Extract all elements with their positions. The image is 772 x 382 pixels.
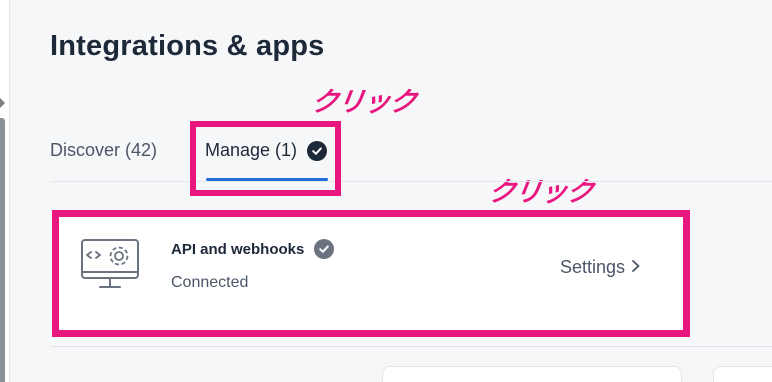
integration-status: Connected — [171, 274, 249, 291]
integration-card-api-webhooks[interactable]: API and webhooks Connected Settings — [52, 210, 690, 337]
page-title: Integrations & apps — [50, 30, 325, 62]
code-settings-monitor-icon — [79, 234, 141, 301]
partial-card[interactable] — [382, 366, 682, 382]
section-divider — [50, 346, 772, 347]
tab-bar: Discover (42) Manage (1) — [50, 130, 772, 182]
integration-title: API and webhooks — [171, 240, 305, 258]
check-circle-icon — [307, 140, 328, 161]
collapse-caret-icon[interactable] — [0, 98, 5, 108]
settings-link[interactable]: Settings — [560, 257, 641, 278]
active-tab-underline — [206, 178, 328, 181]
settings-label: Settings — [560, 257, 626, 277]
left-scrollbar[interactable] — [0, 118, 5, 382]
annotation-click-tab: クリック — [309, 87, 418, 118]
tab-discover[interactable]: Discover (42) — [50, 140, 157, 161]
chevron-right-icon — [631, 257, 641, 278]
tab-manage[interactable]: Manage (1) — [205, 140, 328, 161]
check-circle-icon — [314, 239, 335, 259]
integration-title-row: API and webhooks — [171, 239, 335, 259]
tab-discover-label: Discover (42) — [50, 140, 158, 160]
partial-card[interactable] — [713, 366, 772, 382]
tab-manage-label: Manage (1) — [205, 140, 298, 160]
